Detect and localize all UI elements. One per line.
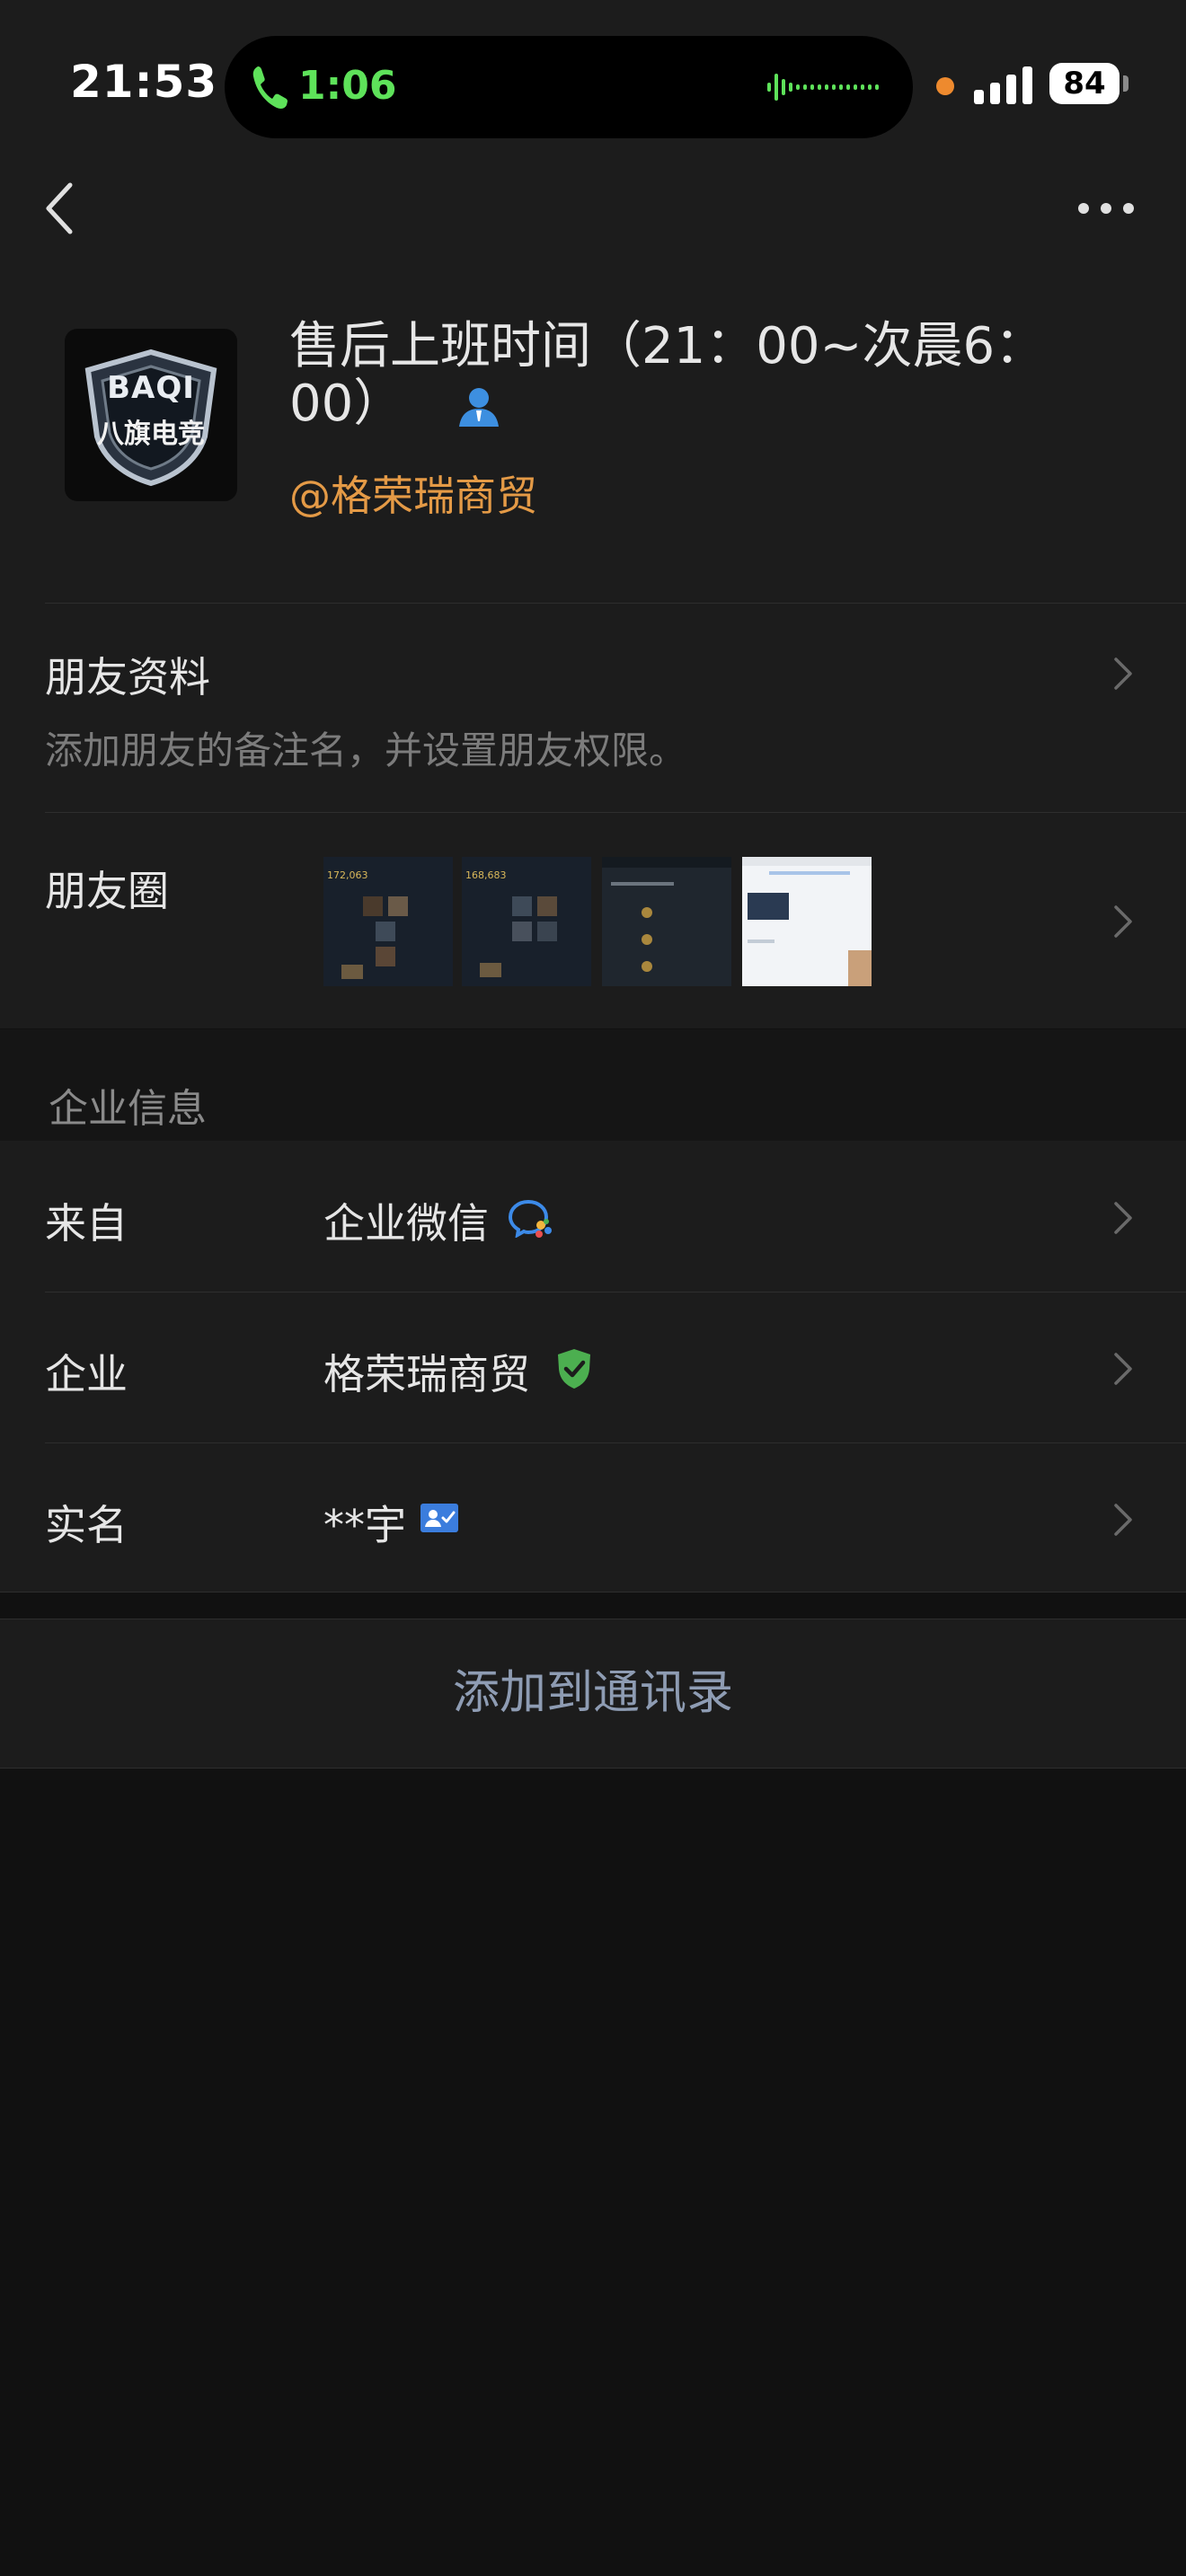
avatar[interactable]: BAQI 八旗电竞 <box>65 329 237 501</box>
friend-info-title: 朋友资料 <box>45 653 210 701</box>
moments-row[interactable] <box>0 813 1186 1028</box>
enterprise-row-source[interactable] <box>0 1142 1186 1292</box>
waveform-icon <box>767 74 879 101</box>
mic-indicator-dot <box>936 77 954 95</box>
thumbnail-text: 172,063 <box>327 869 368 881</box>
source-value: 企业微信 <box>323 1199 489 1248</box>
thumbnail-item <box>512 896 532 916</box>
avatar-text-bottom: 八旗电竞 <box>97 419 205 450</box>
thumbnail-item <box>611 882 674 886</box>
chevron-right-icon <box>1114 657 1132 690</box>
divider <box>0 1768 1186 1769</box>
moments-thumbnail <box>742 857 872 986</box>
source-label: 来自 <box>45 1199 128 1248</box>
friend-info-row[interactable] <box>0 604 1186 812</box>
thumbnail-item <box>848 950 872 986</box>
add-to-contacts-button[interactable]: 添加到通讯录 <box>0 1619 1186 1768</box>
profile-name-text: 售后上班时间（21：00~次晨6：00） <box>289 317 1046 433</box>
chevron-right-icon <box>1114 1504 1132 1536</box>
chevron-right-icon <box>1114 1202 1132 1234</box>
company-label: 企业 <box>45 1350 128 1398</box>
realname-card-icon <box>420 1504 458 1532</box>
call-pill[interactable]: 1:06 <box>225 36 913 138</box>
thumbnail-item <box>742 857 872 866</box>
call-duration: 1:06 <box>298 63 397 109</box>
thumbnail-item <box>748 893 789 920</box>
thumbnail-item <box>537 922 557 941</box>
wecom-icon <box>509 1199 552 1238</box>
thumbnail-item <box>363 896 383 916</box>
phone-icon <box>252 66 288 109</box>
thumbnail-item <box>602 857 731 868</box>
back-chevron-icon[interactable] <box>41 180 77 237</box>
enterprise-row-company[interactable] <box>0 1292 1186 1442</box>
person-icon <box>459 387 500 427</box>
friend-info-description: 添加朋友的备注名，并设置朋友权限。 <box>45 728 687 772</box>
thumbnail-item <box>376 947 395 966</box>
thumbnail-item <box>537 896 557 916</box>
thumbnail-item <box>769 871 850 875</box>
thumbnail-text: 168,683 <box>465 869 507 881</box>
signal-icon <box>974 66 1032 104</box>
thumbnail-item <box>512 922 532 941</box>
moments-thumbnail <box>602 857 731 986</box>
battery-level: 84 <box>1049 63 1120 104</box>
more-icon[interactable] <box>1075 190 1137 226</box>
chevron-right-icon <box>1114 1353 1132 1385</box>
chevron-right-icon <box>1114 905 1132 938</box>
thumbnail-item <box>388 896 408 916</box>
thumbnail-item <box>642 907 652 918</box>
status-time: 21:53 <box>70 56 218 108</box>
realname-label: 实名 <box>45 1501 128 1549</box>
moments-thumbnail: 168,683 <box>462 857 591 986</box>
company-value: 格荣瑞商贸 <box>323 1350 530 1398</box>
avatar-text-top: BAQI <box>107 370 195 406</box>
thumbnail-item <box>642 961 652 972</box>
verified-shield-icon <box>558 1349 590 1389</box>
status-bar: 21:53 1:06 84 <box>0 0 1186 157</box>
moments-thumbnail: 172,063 <box>323 857 453 986</box>
thumbnail-item <box>480 963 501 977</box>
status-indicators: 84 <box>925 63 1159 108</box>
profile-name: 售后上班时间（21：00~次晨6：00） <box>289 318 1134 433</box>
thumbnail-item <box>376 922 395 941</box>
thumbnail-item <box>642 934 652 945</box>
thumbnail-item <box>748 940 774 943</box>
enterprise-section-title: 企业信息 <box>49 1086 207 1132</box>
realname-value: **宇 <box>323 1501 406 1549</box>
company-tag: @格荣瑞商贸 <box>289 472 537 520</box>
thumbnail-item <box>341 965 363 979</box>
moments-label: 朋友圈 <box>45 867 169 915</box>
enterprise-row-realname[interactable] <box>0 1443 1186 1592</box>
battery-nub <box>1123 75 1128 92</box>
